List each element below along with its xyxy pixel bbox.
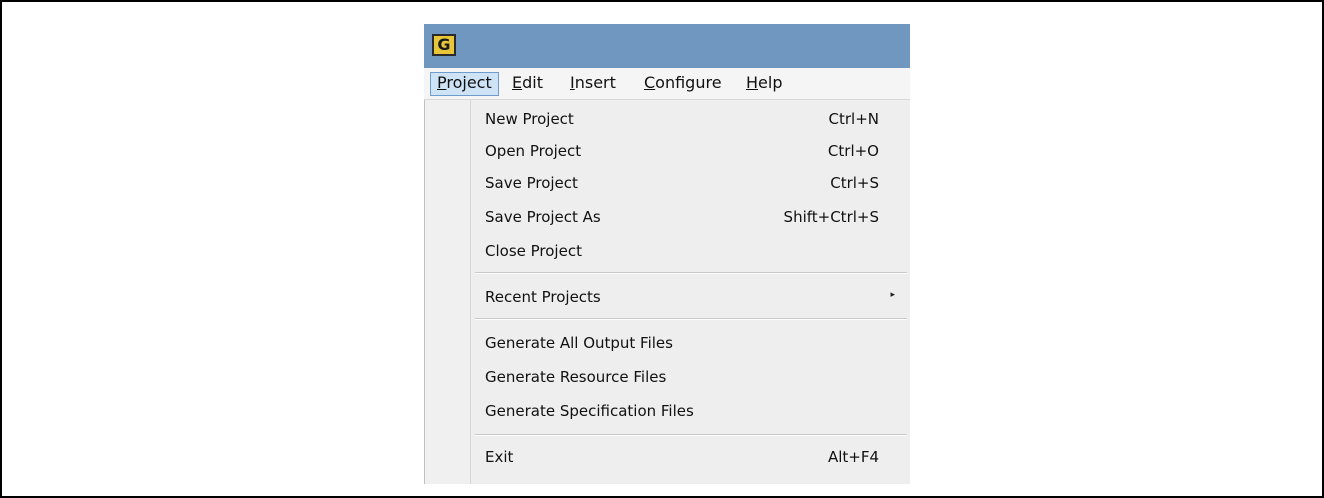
menu-item-generate-resource-files[interactable]: Generate Resource Files xyxy=(471,362,910,392)
application-window: G Project Edit Insert Configure Help New… xyxy=(424,24,910,484)
menu-bar: Project Edit Insert Configure Help xyxy=(424,68,910,100)
menu-separator xyxy=(475,434,907,436)
menu-item-shortcut: Ctrl+O xyxy=(827,142,879,160)
app-logo-icon[interactable]: G xyxy=(432,34,456,56)
menu-item-label: Close Project xyxy=(485,242,582,260)
menu-project-rest: roject xyxy=(446,73,492,92)
menu-item-generate-specification-files[interactable]: Generate Specification Files xyxy=(471,396,910,426)
menu-item-generate-all-output-files[interactable]: Generate All Output Files xyxy=(471,328,910,358)
menu-item-save-project[interactable]: Save Project Ctrl+S xyxy=(471,168,910,198)
menu-edit-rest: dit xyxy=(522,73,543,92)
menu-configure-mnemonic: C xyxy=(644,73,656,92)
menu-item-save-project-as[interactable]: Save Project As Shift+Ctrl+S xyxy=(471,202,910,232)
app-logo-glyph: G xyxy=(437,35,451,54)
project-dropdown-menu: New Project Ctrl+N Open Project Ctrl+O S… xyxy=(424,100,910,484)
menu-item-shortcut: Ctrl+S xyxy=(830,174,879,192)
menu-item-close-project[interactable]: Close Project xyxy=(471,236,910,266)
menu-edit-mnemonic: E xyxy=(512,73,523,92)
menu-configure-rest: onfigure xyxy=(655,73,722,92)
menu-help-rest: elp xyxy=(758,73,783,92)
menu-item-label: Exit xyxy=(485,448,514,466)
menu-insert[interactable]: Insert xyxy=(564,72,622,96)
menu-item-shortcut: Ctrl+N xyxy=(828,110,879,128)
menu-edit[interactable]: Edit xyxy=(506,72,549,96)
menu-item-shortcut: Alt+F4 xyxy=(827,448,879,466)
menu-item-shortcut: Shift+Ctrl+S xyxy=(783,208,879,226)
menu-project[interactable]: Project xyxy=(430,72,499,96)
submenu-arrow-icon: ▸ xyxy=(890,290,895,300)
menu-project-mnemonic: P xyxy=(437,73,447,92)
menu-item-label: Generate All Output Files xyxy=(485,334,673,352)
menu-item-label: New Project xyxy=(485,110,574,128)
menu-item-label: Save Project xyxy=(485,174,578,192)
menu-icon-gutter xyxy=(425,100,471,484)
menu-item-recent-projects[interactable]: Recent Projects ▸ xyxy=(471,282,910,312)
menu-separator xyxy=(475,272,907,274)
menu-item-label: Generate Specification Files xyxy=(485,402,694,420)
screenshot-frame: G Project Edit Insert Configure Help New… xyxy=(0,0,1324,498)
menu-item-label: Generate Resource Files xyxy=(485,368,667,386)
menu-item-exit[interactable]: Exit Alt+F4 xyxy=(471,442,910,472)
menu-help-mnemonic: H xyxy=(746,73,759,92)
menu-item-label: Recent Projects xyxy=(485,288,601,306)
menu-insert-rest: nsert xyxy=(574,73,616,92)
menu-configure[interactable]: Configure xyxy=(638,72,728,96)
menu-item-label: Save Project As xyxy=(485,208,601,226)
menu-item-open-project[interactable]: Open Project Ctrl+O xyxy=(471,136,910,166)
menu-separator xyxy=(475,318,907,320)
menu-item-new-project[interactable]: New Project Ctrl+N xyxy=(471,104,910,134)
menu-help[interactable]: Help xyxy=(740,72,788,96)
title-bar[interactable]: G xyxy=(424,24,910,68)
menu-item-label: Open Project xyxy=(485,142,582,160)
